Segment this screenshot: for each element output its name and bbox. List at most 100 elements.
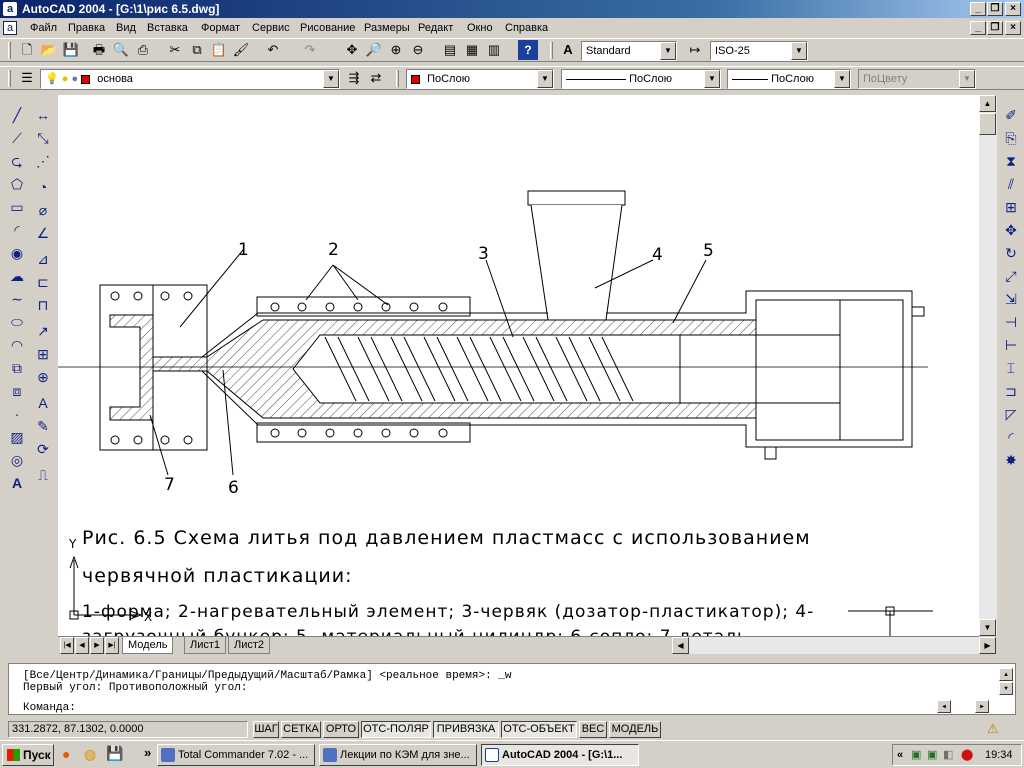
quicklaunch-more-icon[interactable]: » — [144, 745, 151, 760]
otrack-button[interactable]: ОТС-ОБЪЕКТ — [501, 721, 577, 738]
cmd-scroll-right-button[interactable]: ▶ — [975, 700, 989, 713]
tray-expand-icon[interactable]: « — [897, 745, 903, 765]
chevron-down-icon[interactable]: ▼ — [704, 70, 720, 88]
toolbar-grip[interactable] — [550, 42, 553, 59]
arc-icon[interactable]: ◜ — [6, 219, 28, 241]
polyline-icon[interactable]: ⮎ — [6, 150, 28, 172]
zoom-previous-icon[interactable]: ⊖ — [408, 40, 428, 60]
fillet-icon[interactable]: ◜ — [1000, 426, 1022, 448]
polar-button[interactable]: ОТС-ПОЛЯР — [361, 721, 431, 738]
multiline-text-icon[interactable]: A — [6, 472, 28, 494]
menu-format[interactable]: Формат — [199, 18, 242, 38]
dim-style-icon[interactable]: ↦ — [685, 40, 705, 60]
tab-layout1[interactable]: Лист1 — [184, 637, 227, 654]
menu-window[interactable]: Окно — [465, 18, 495, 38]
task-autocad[interactable]: AutoCAD 2004 - [G:\1... — [481, 744, 639, 766]
print-icon[interactable]: 🖶 — [89, 40, 109, 60]
move-icon[interactable]: ✥ — [1000, 219, 1022, 241]
menu-insert[interactable]: Вставка — [145, 18, 190, 38]
menu-view[interactable]: Вид — [114, 18, 138, 38]
firefox-icon[interactable]: ● — [62, 746, 70, 762]
construction-line-icon[interactable]: ⟋ — [6, 127, 28, 149]
vertical-scroll-thumb[interactable] — [979, 113, 996, 135]
menu-dimension[interactable]: Размеры — [362, 18, 412, 38]
tab-model[interactable]: Модель — [122, 637, 174, 654]
task-word-document[interactable]: Лекции по КЭМ для зне... — [319, 744, 477, 766]
revision-cloud-icon[interactable]: ☁ — [6, 265, 28, 287]
dim-style-select[interactable]: ISO-25 ▼ — [710, 41, 808, 61]
cmd-scroll-left-button[interactable]: ◀ — [937, 700, 951, 713]
erase-icon[interactable]: ✐ — [1000, 104, 1022, 126]
save-icon[interactable]: 💾 — [61, 40, 81, 60]
offset-icon[interactable]: ⫽ — [1000, 173, 1022, 195]
toolbar-grip[interactable] — [8, 42, 11, 59]
autocad-app-icon[interactable]: a — [3, 2, 17, 16]
explode-icon[interactable]: ✸ — [1000, 449, 1022, 471]
aligned-dimension-icon[interactable]: ⤡ — [32, 127, 54, 149]
tolerance-icon[interactable]: ⊞ — [32, 343, 54, 365]
join-icon[interactable]: ⊐ — [1000, 380, 1022, 402]
plotstyle-select[interactable]: ПоЦвету ▼ — [858, 69, 976, 89]
chevron-down-icon[interactable]: ▼ — [791, 42, 807, 60]
title-bar[interactable]: a AutoCAD 2004 - [G:\1\рис 6.5.dwg] _ ❐ … — [0, 0, 1024, 18]
quicklaunch-icon[interactable]: ◍ — [84, 746, 96, 763]
redo-icon[interactable]: ↷ — [300, 40, 320, 60]
array-icon[interactable]: ⊞ — [1000, 196, 1022, 218]
chevron-down-icon[interactable]: ▼ — [834, 70, 850, 88]
model-button[interactable]: МОДЕЛЬ — [609, 721, 661, 738]
print-preview-icon[interactable]: 🔍 — [111, 40, 131, 60]
cmd-scroll-up-button[interactable]: ▲ — [999, 668, 1013, 681]
match-properties-icon[interactable]: 🖌 — [231, 40, 251, 60]
toolbar-grip[interactable] — [396, 70, 399, 87]
toolbar-grip[interactable] — [8, 70, 11, 87]
menu-help[interactable]: Справка — [503, 18, 550, 38]
save-quicklaunch-icon[interactable]: 💾 — [106, 745, 123, 762]
doc-minimize-button[interactable]: _ — [970, 21, 986, 35]
scroll-up-button[interactable]: ▲ — [979, 95, 996, 112]
diameter-dimension-icon[interactable]: ⌀ — [32, 199, 54, 221]
rotate-icon[interactable]: ↻ — [1000, 242, 1022, 264]
clock[interactable]: 19:34 — [985, 745, 1013, 765]
break-icon[interactable]: ⌶ — [1000, 357, 1022, 379]
paste-icon[interactable]: 📋 — [209, 40, 229, 60]
design-center-icon[interactable]: ▦ — [462, 40, 482, 60]
quick-dimension-icon[interactable]: ⊿ — [32, 248, 54, 270]
tool-palettes-icon[interactable]: ▥ — [484, 40, 504, 60]
ordinate-dimension-icon[interactable]: ⋰ — [32, 150, 54, 172]
layer-manager-icon[interactable]: ☰ — [17, 68, 37, 88]
coordinates-readout[interactable]: 331.2872, 87.1302, 0.0000 — [8, 721, 248, 738]
region-icon[interactable]: ◎ — [6, 449, 28, 471]
communication-center-icon[interactable]: ⚠ — [987, 721, 999, 737]
mirror-icon[interactable]: ⧗ — [1000, 150, 1022, 172]
chamfer-icon[interactable]: ◸ — [1000, 403, 1022, 425]
linear-dimension-icon[interactable]: ↔ — [32, 104, 54, 126]
new-file-icon[interactable]: 🗋 — [17, 40, 37, 60]
baseline-dimension-icon[interactable]: ⊏ — [32, 271, 54, 293]
lineweight-button[interactable]: ВЕС — [579, 721, 607, 738]
start-button[interactable]: Пуск — [2, 744, 54, 766]
tab-prev-button[interactable]: ◀ — [75, 637, 89, 654]
make-layer-current-icon[interactable]: ⇶ — [344, 68, 364, 88]
copy-object-icon[interactable]: ⎘ — [1000, 127, 1022, 149]
tab-last-button[interactable]: ▶| — [105, 637, 119, 654]
layer-select[interactable]: 💡 ● ● основа ▼ — [40, 69, 340, 89]
menu-draw[interactable]: Рисование — [298, 18, 357, 38]
publish-icon[interactable]: ⎙ — [133, 40, 153, 60]
extend-icon[interactable]: ⊢ — [1000, 334, 1022, 356]
center-mark-icon[interactable]: ⊕ — [32, 366, 54, 388]
dimension-edit-icon[interactable]: A — [32, 392, 54, 414]
drawing-canvas[interactable]: 1 2 3 4 5 6 7 Рис. 6.5 Схема литья под д… — [58, 95, 979, 636]
snap-button[interactable]: ШАГ — [253, 721, 279, 738]
color-select[interactable]: ПоСлою ▼ — [406, 69, 554, 89]
trim-icon[interactable]: ⊣ — [1000, 311, 1022, 333]
command-line-window[interactable]: [Все/Центр/Динамика/Границы/Предыдущий/М… — [8, 663, 1016, 715]
antivirus-icon[interactable]: ⬤ — [961, 745, 973, 765]
undo-icon[interactable]: ↶ — [263, 40, 283, 60]
hatch-icon[interactable]: ▨ — [6, 426, 28, 448]
lineweight-select[interactable]: ПоСлою ▼ — [727, 69, 851, 89]
help-icon[interactable]: ? — [518, 40, 538, 60]
minimize-button[interactable]: _ — [970, 2, 986, 16]
document-icon[interactable]: a — [3, 21, 17, 35]
circle-icon[interactable]: ◉ — [6, 242, 28, 264]
text-style-icon[interactable]: A — [558, 40, 578, 60]
